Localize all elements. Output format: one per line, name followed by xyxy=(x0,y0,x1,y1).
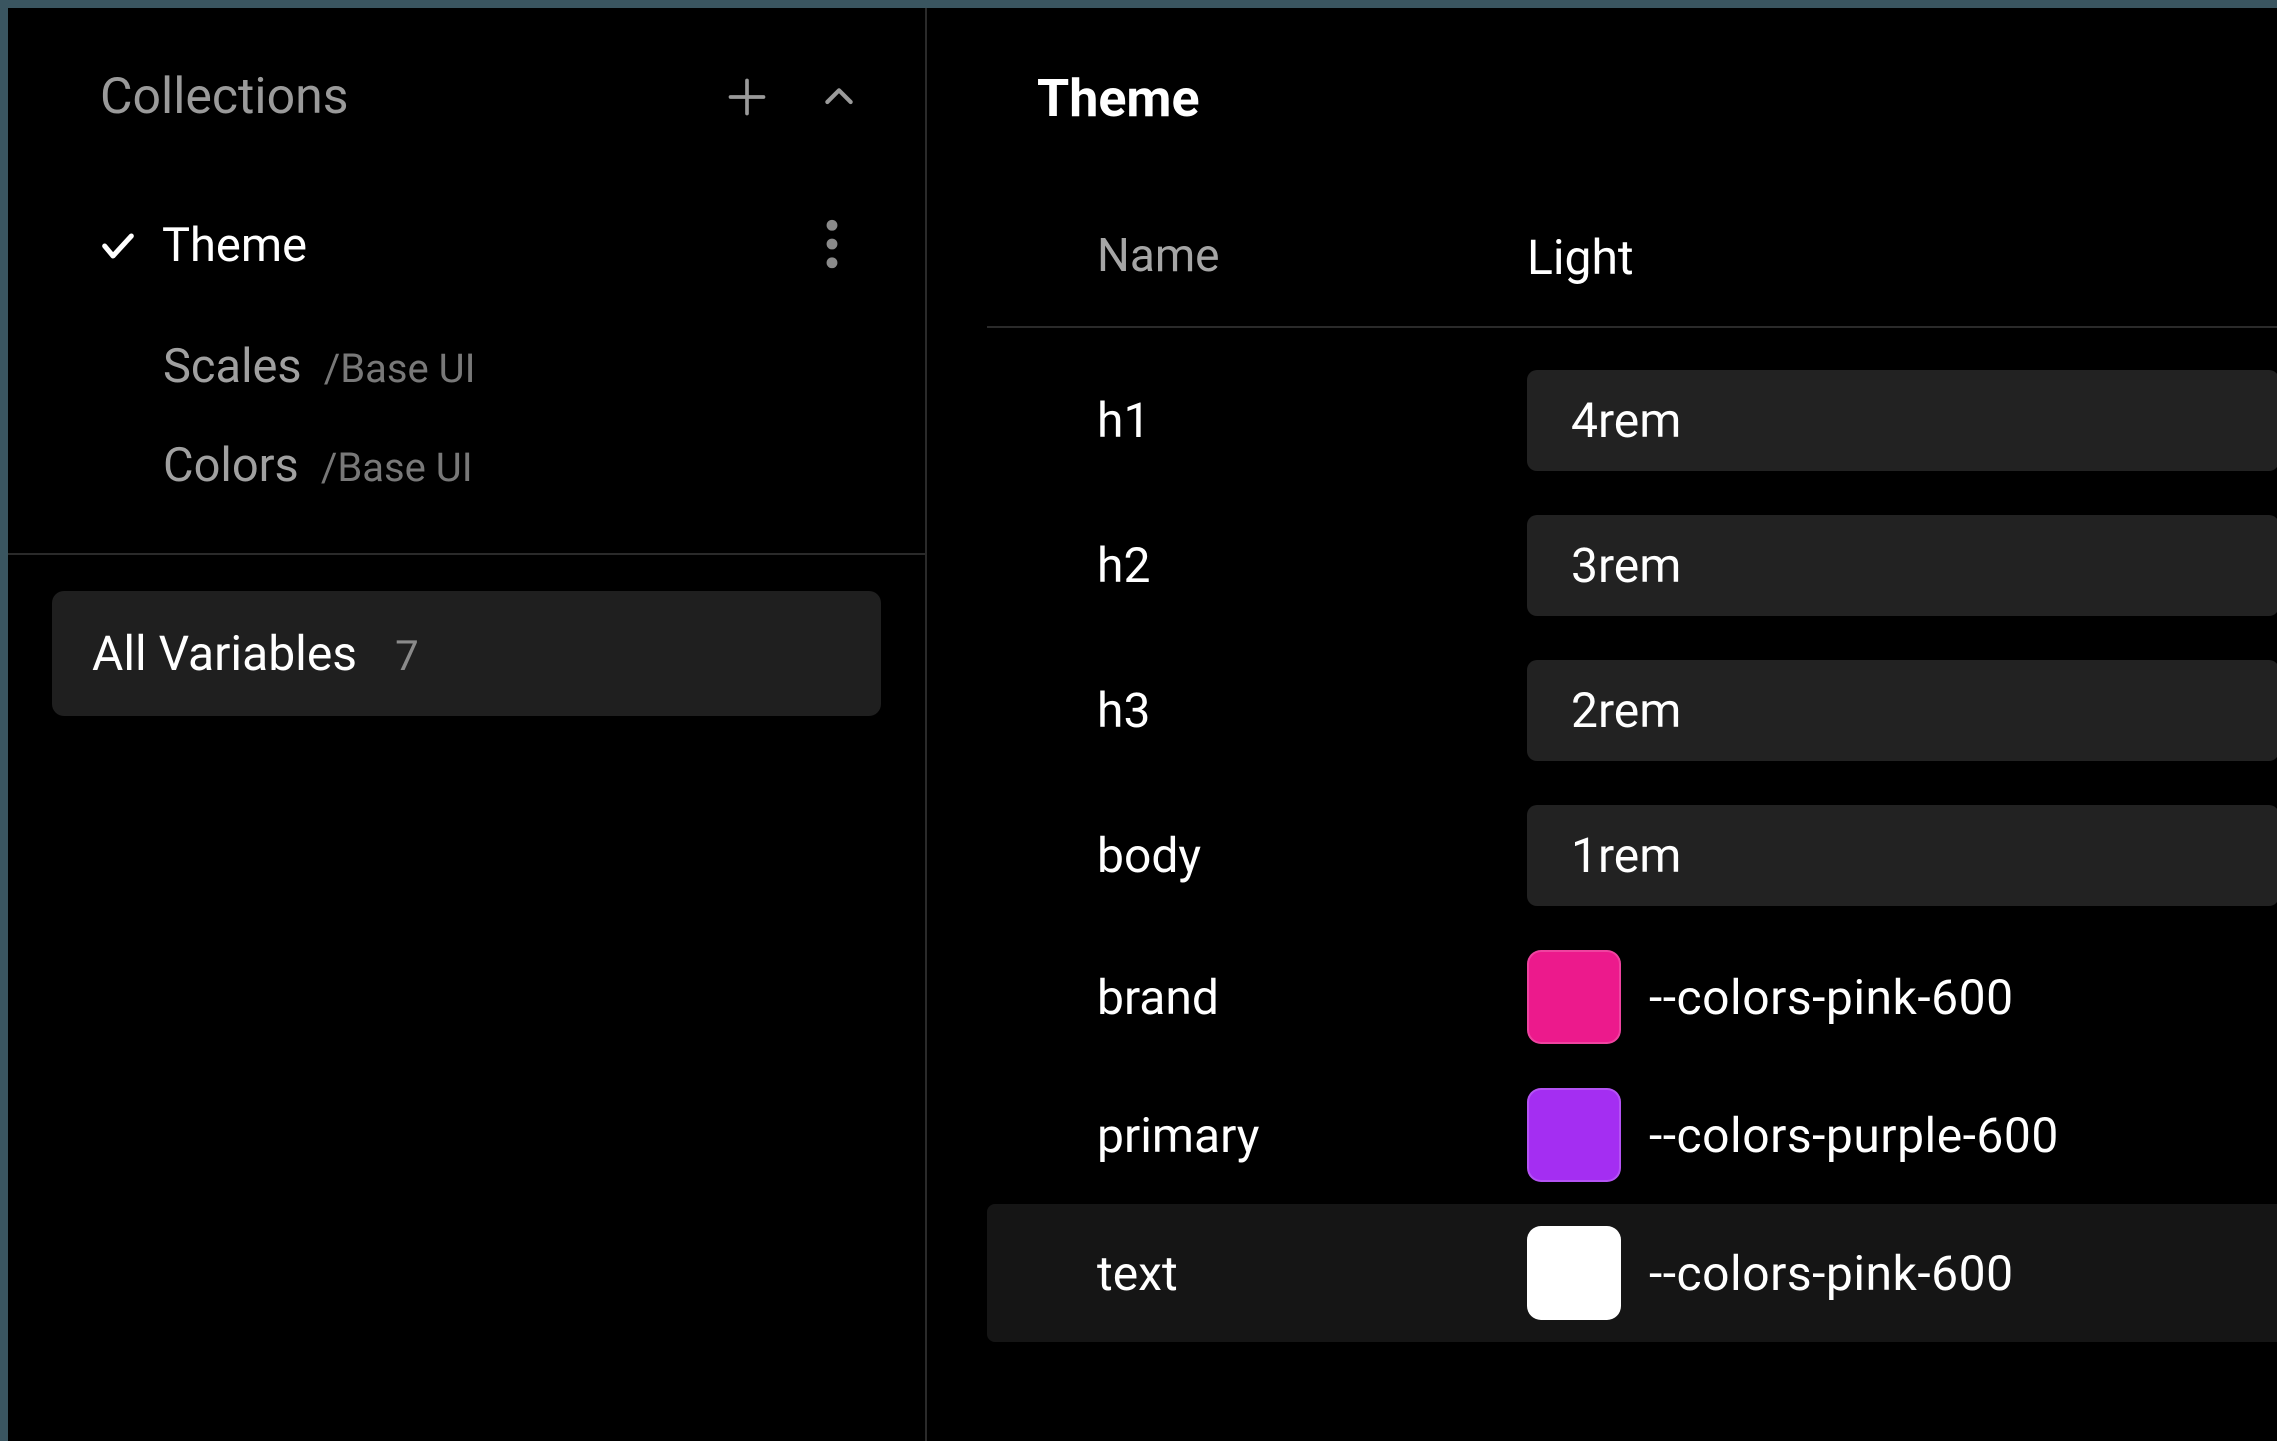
color-swatch[interactable] xyxy=(1527,1088,1621,1182)
variable-row[interactable]: body1rem xyxy=(987,783,2277,928)
all-variables-label: All Variables xyxy=(92,625,357,682)
variables-table-header: Name Light xyxy=(987,169,2277,328)
column-header-mode[interactable]: Light xyxy=(1527,229,1634,286)
color-reference: --colors-pink-600 xyxy=(1649,969,2014,1026)
collection-list: Theme Scales /Base UI Colors /Base UI xyxy=(8,166,925,493)
more-vertical-icon xyxy=(825,219,839,269)
collection-item-label: Colors xyxy=(163,438,299,493)
variable-value-chip[interactable]: 3rem xyxy=(1527,515,2277,616)
variables-table-body: h14remh23remh32rembody1rembrand--colors-… xyxy=(987,328,2277,1441)
check-icon xyxy=(98,226,162,266)
variable-name[interactable]: primary xyxy=(1097,1107,1527,1164)
variable-row[interactable]: brand --colors-pink-600 xyxy=(987,928,2277,1066)
main: Theme Name Light h14remh23remh32rembody1… xyxy=(927,8,2277,1441)
variable-row[interactable]: h14rem xyxy=(987,348,2277,493)
collection-item-label: Theme xyxy=(162,218,307,273)
all-variables-button[interactable]: All Variables 7 xyxy=(52,591,881,716)
variable-name[interactable]: text xyxy=(1097,1245,1527,1302)
variable-row[interactable]: h23rem xyxy=(987,493,2277,638)
variable-value-chip[interactable]: 2rem xyxy=(1527,660,2277,761)
all-variables-count: 7 xyxy=(395,632,419,681)
variable-name[interactable]: h3 xyxy=(1097,682,1527,739)
color-reference: --colors-pink-600 xyxy=(1649,1245,2014,1302)
sidebar-header-actions xyxy=(721,71,865,123)
add-collection-button[interactable] xyxy=(721,71,773,123)
color-reference: --colors-purple-600 xyxy=(1649,1107,2059,1164)
plus-icon xyxy=(725,75,769,119)
color-swatch[interactable] xyxy=(1527,1226,1621,1320)
variable-color-value[interactable]: --colors-purple-600 xyxy=(1527,1088,2277,1182)
variable-row[interactable]: text --colors-pink-600 xyxy=(987,1204,2277,1342)
collection-source-tag: /Base UI xyxy=(321,444,473,491)
variable-row[interactable]: h32rem xyxy=(987,638,2277,783)
sidebar: Collections Theme xyxy=(8,8,927,1441)
collapse-collections-button[interactable] xyxy=(813,71,865,123)
collection-item-theme[interactable]: Theme xyxy=(58,196,875,295)
variable-value-chip[interactable]: 4rem xyxy=(1527,370,2277,471)
variable-color-value[interactable]: --colors-pink-600 xyxy=(1527,1226,2277,1320)
collection-item-scales[interactable]: Scales /Base UI xyxy=(58,339,875,394)
main-header: Theme xyxy=(927,8,2277,169)
variable-name[interactable]: body xyxy=(1097,827,1527,884)
chevron-up-icon xyxy=(819,77,859,117)
variable-row[interactable]: primary --colors-purple-600 xyxy=(987,1066,2277,1204)
sidebar-header: Collections xyxy=(8,8,925,166)
variable-name[interactable]: h2 xyxy=(1097,537,1527,594)
collection-source-tag: /Base UI xyxy=(324,345,476,392)
collections-heading: Collections xyxy=(100,68,721,126)
column-header-name: Name xyxy=(1097,229,1527,286)
sidebar-groups-section: All Variables 7 xyxy=(8,555,925,752)
page-title: Theme xyxy=(1037,68,2217,129)
collection-item-label: Scales xyxy=(163,339,302,394)
variable-value-chip[interactable]: 1rem xyxy=(1527,805,2277,906)
sidebar-collections-section: Collections Theme xyxy=(8,8,925,555)
variables-panel: Collections Theme xyxy=(8,8,2277,1441)
variable-color-value[interactable]: --colors-pink-600 xyxy=(1527,950,2277,1044)
variable-name[interactable]: brand xyxy=(1097,969,1527,1026)
collection-item-colors[interactable]: Colors /Base UI xyxy=(58,438,875,493)
variable-name[interactable]: h1 xyxy=(1097,392,1527,449)
collection-more-button[interactable] xyxy=(825,219,855,273)
color-swatch[interactable] xyxy=(1527,950,1621,1044)
